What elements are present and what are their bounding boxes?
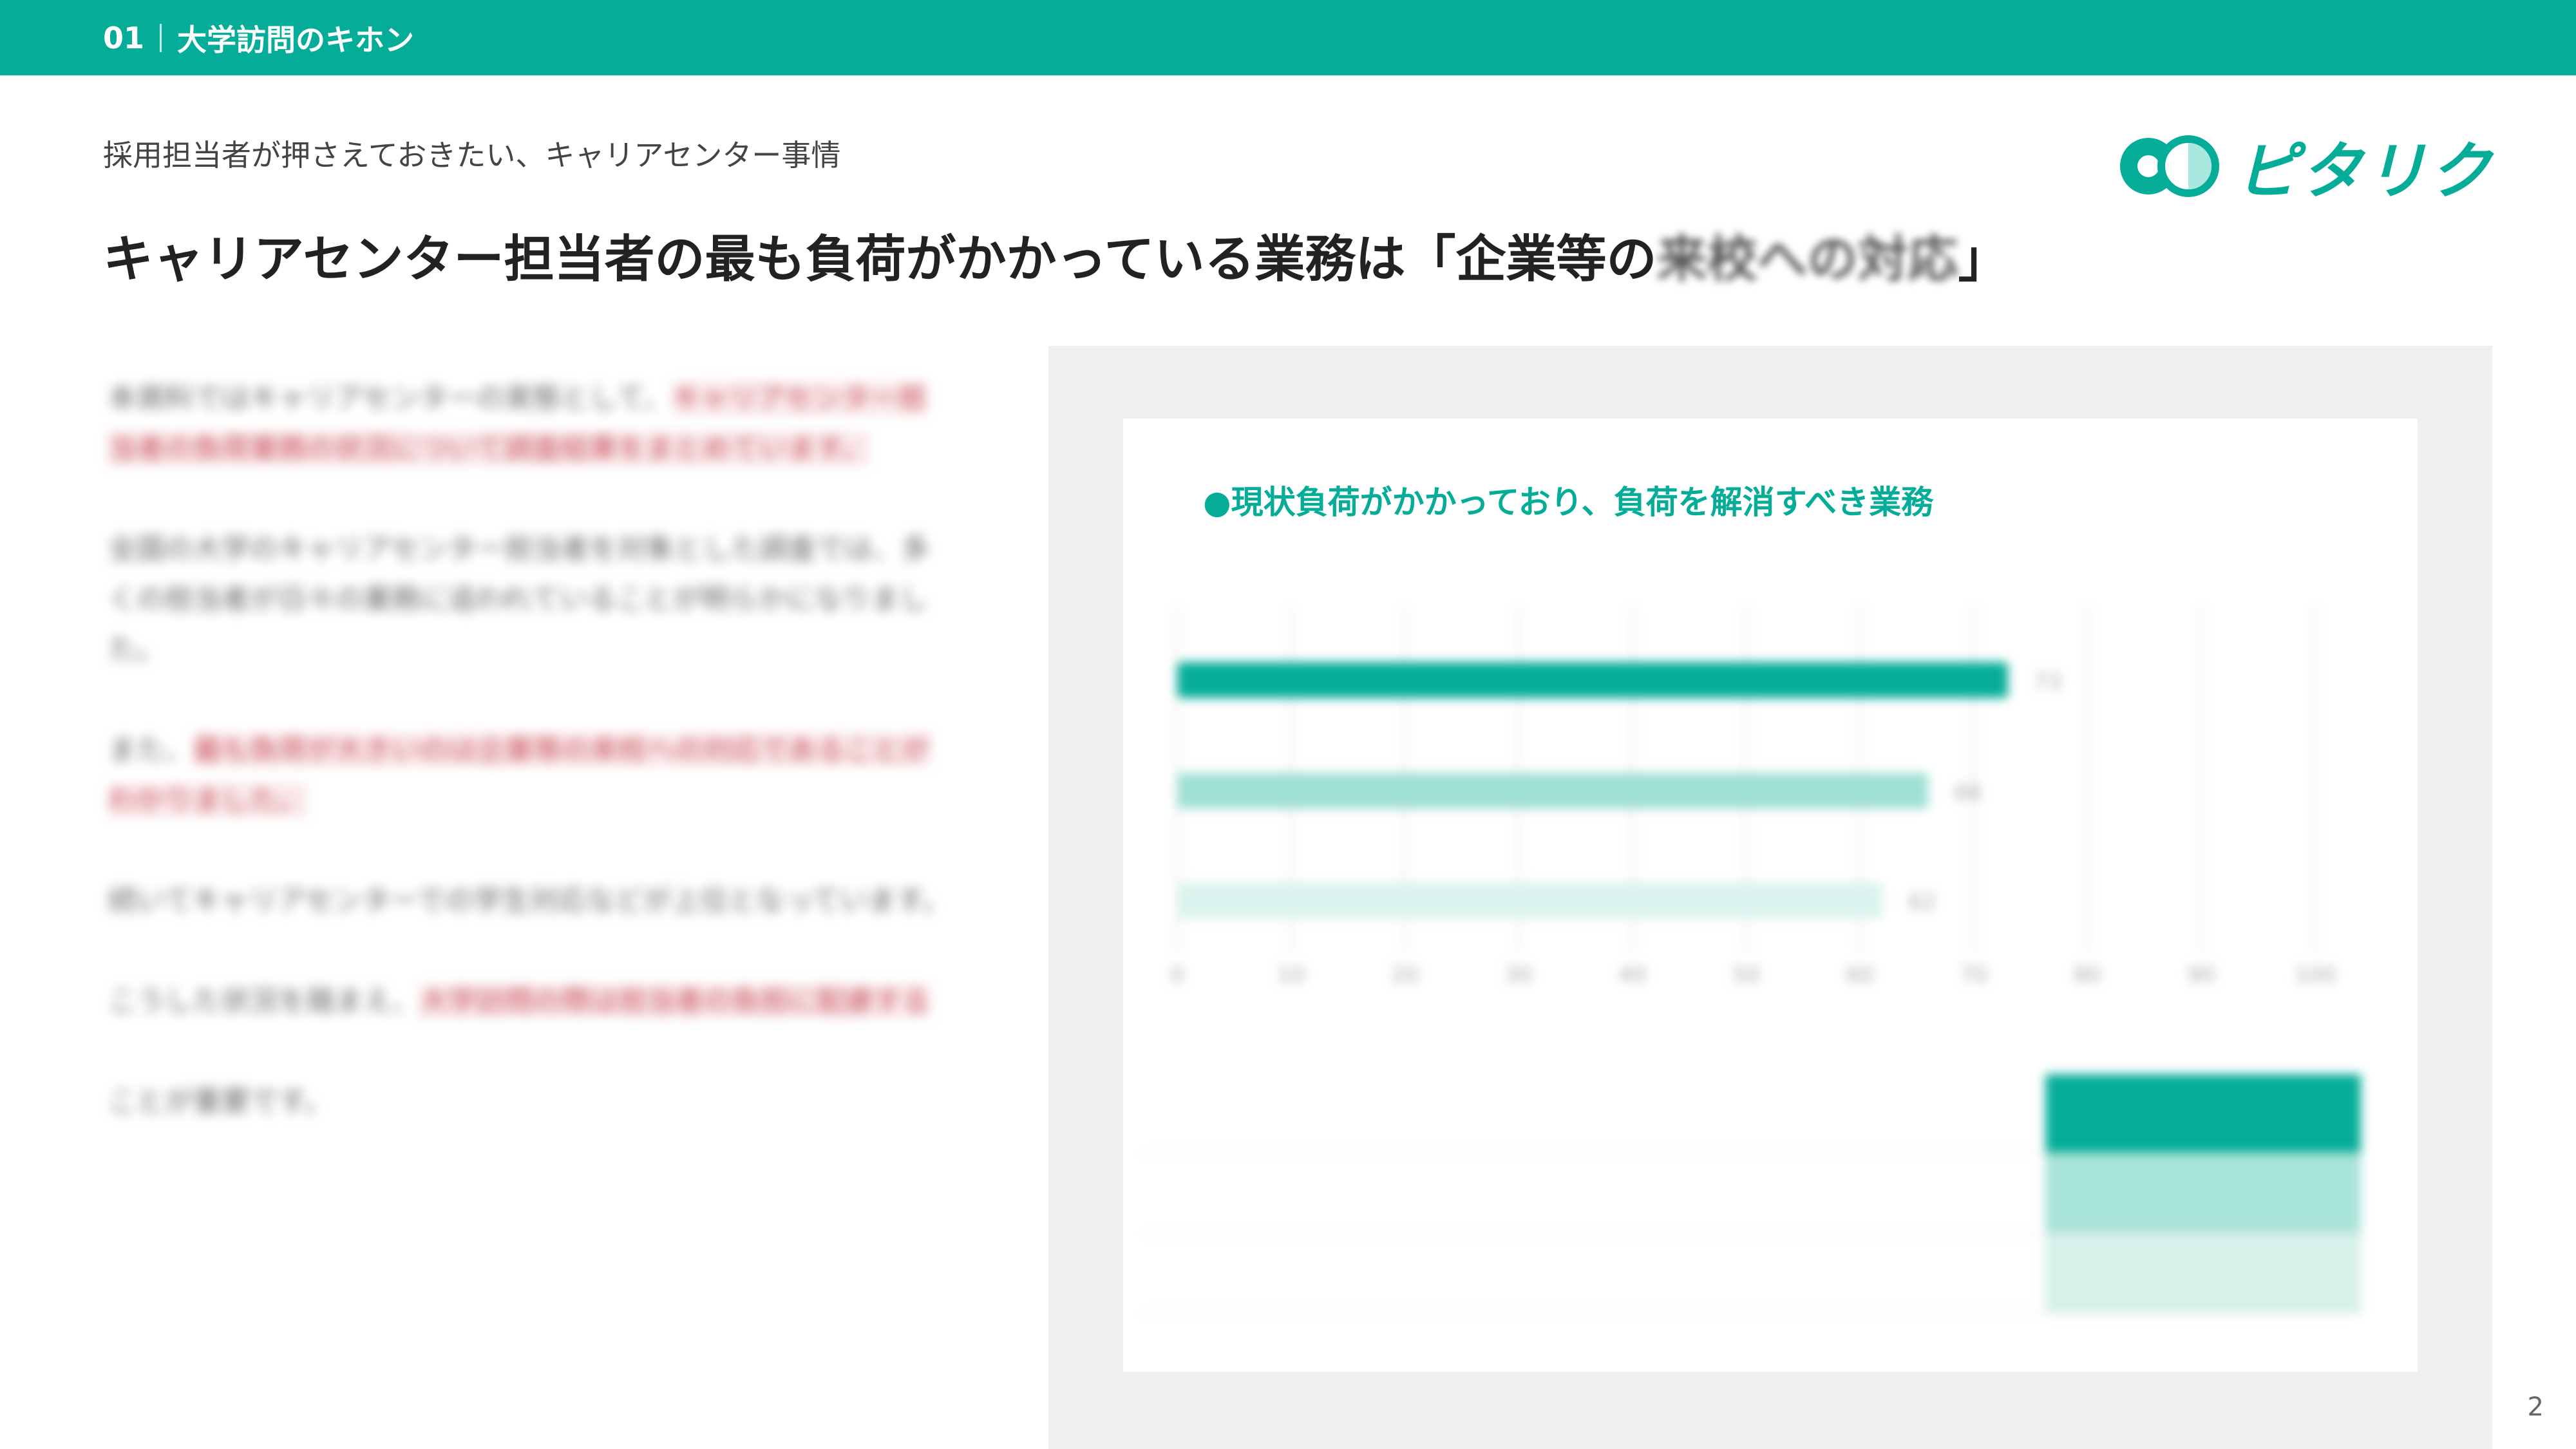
table-row-value — [2045, 1234, 2361, 1312]
table-row — [1144, 1154, 2361, 1234]
table-row-label — [1144, 1154, 2045, 1233]
table-row — [1144, 1074, 2361, 1154]
body-paragraph: こうした状況を踏まえ、大学訪問の際は担当者の負担に配慮する — [108, 976, 952, 1027]
page-headline: キャリアセンター担当者の最も負荷がかかっている業務は「企業等の来校への対応」 — [103, 219, 2009, 291]
bar-chart: 0 10 20 30 40 50 60 70 80 90 100 73 66 62 — [1170, 605, 2336, 988]
body-paragraph: ことが重要です。 — [108, 1077, 952, 1127]
x-tick-label: 80 — [2074, 962, 2101, 988]
x-tick-label: 70 — [1960, 962, 1987, 988]
bar — [1177, 773, 1929, 809]
bar — [1177, 662, 2008, 698]
page-subtitle: 採用担当者が押さえておきたい、キャリアセンター事情 — [103, 138, 841, 173]
table-row-label — [1144, 1074, 2045, 1153]
x-tick-label: 10 — [1277, 962, 1305, 988]
x-tick-label: 60 — [1846, 962, 1874, 988]
table-row-value — [2045, 1074, 2361, 1153]
body-paragraph: 全国の大学のキャリアセンター担当者を対象とした調査では、多くの担当者が日々の業務… — [108, 524, 952, 675]
section-number: 01 — [103, 20, 145, 55]
bar-value-label: 73 — [2034, 669, 2061, 695]
table-row-value — [2045, 1154, 2361, 1233]
chart-title: ●現状負荷がかかっており、負荷を解消すべき業務 — [1203, 484, 1934, 521]
headline-blurred: 来校への対応 — [1656, 231, 1958, 289]
logo-text: ピタリク — [2236, 135, 2494, 207]
paragraph-highlight: 大学訪問の際は担当者の負担に配慮する — [420, 985, 930, 1018]
body-text: 本資料ではキャリアセンターの実態として、キャリアセンター担当者の負荷業務の状況に… — [108, 374, 952, 1177]
x-tick-label: 30 — [1504, 962, 1532, 988]
paragraph-text: 全国の大学のキャリアセンター担当者を対象とした調査では、多くの担当者が日々の業務… — [108, 533, 930, 666]
chart-note — [1159, 1346, 1166, 1372]
paragraph-text: 続いてキャリアセンターでの学生対応などが上位となっています。 — [108, 884, 951, 917]
headline-prefix: キャリアセンター担当者の最も負荷がかかっている業務は「企業等の — [103, 231, 1657, 289]
table-row-label — [1144, 1234, 2045, 1312]
x-tick-label: 0 — [1170, 962, 1184, 988]
section-header-bar: 01 大学訪問のキホン — [0, 0, 2576, 75]
paragraph-highlight: 最も負荷が大きいのは企業等の来校への対応であることがわかりました。 — [108, 734, 930, 817]
bar-value-label: 66 — [1954, 780, 1982, 806]
body-paragraph: 続いてキャリアセンターでの学生対応などが上位となっています。 — [108, 876, 952, 926]
paragraph-text: ことが重要です。 — [108, 1085, 332, 1118]
data-table — [1144, 1074, 2361, 1314]
bar — [1177, 882, 1883, 918]
paragraph-text: 本資料ではキャリアセンターの実態として、 — [108, 382, 672, 415]
paragraph-text: こうした状況を踏まえ、 — [108, 985, 420, 1018]
section-divider — [160, 23, 162, 52]
x-tick-label: 90 — [2188, 962, 2215, 988]
paragraph-text: また、 — [108, 734, 193, 766]
x-tick-label: 50 — [1732, 962, 1760, 988]
body-paragraph: 本資料ではキャリアセンターの実態として、キャリアセンター担当者の負荷業務の状況に… — [108, 374, 952, 474]
x-tick-label: 40 — [1618, 962, 1646, 988]
table-row — [1144, 1234, 2361, 1314]
source-note — [1700, 1410, 1707, 1436]
brand-logo: ピタリク — [2116, 121, 2494, 211]
headline-suffix: 」 — [1958, 231, 2009, 289]
section-title: 大学訪問のキホン — [177, 22, 415, 57]
x-tick-label: 20 — [1391, 962, 1419, 988]
x-tick-label: 100 — [2295, 962, 2336, 988]
body-paragraph: また、最も負荷が大きいのは企業等の来校への対応であることがわかりました。 — [108, 725, 952, 826]
page-number: 2 — [2527, 1392, 2544, 1422]
bar-value-label: 62 — [1909, 889, 1937, 915]
pitarik-logo-icon — [2120, 135, 2219, 197]
